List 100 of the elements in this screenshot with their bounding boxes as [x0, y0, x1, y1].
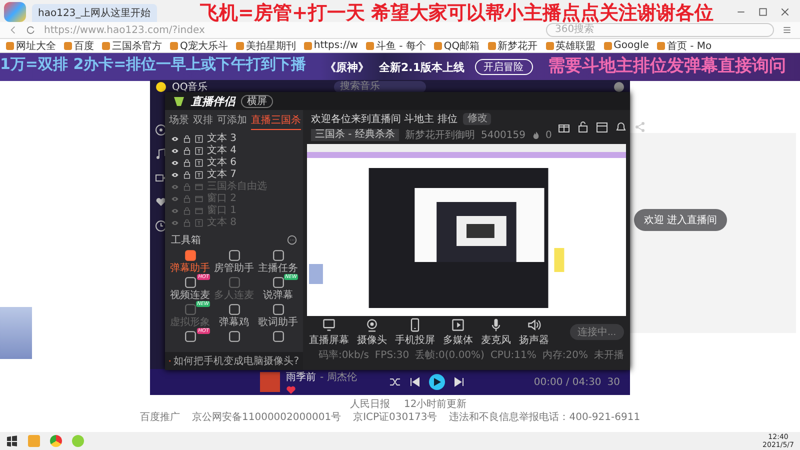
- rounded-square-icon: [228, 303, 240, 316]
- edit-button[interactable]: 修改: [463, 113, 492, 125]
- bookmark-icon: [546, 42, 554, 50]
- webcam-icon: [365, 318, 379, 332]
- song-artist: - 周杰伦: [320, 370, 357, 384]
- bookmark-icon: [434, 42, 442, 50]
- tool-button[interactable]: 歌词助手: [256, 303, 300, 328]
- tool-button[interactable]: 主播任务: [256, 249, 300, 274]
- adventure-button[interactable]: 开启冒险: [474, 59, 532, 75]
- bookmark-link[interactable]: 新梦花开: [488, 38, 538, 52]
- bookmark-link[interactable]: 英雄联盟: [546, 38, 596, 52]
- tool-button[interactable]: 房管助手: [212, 249, 256, 274]
- rounded-square-icon: [228, 330, 240, 343]
- tip-link[interactable]: 如何把手机变成电脑摄像头?: [174, 354, 299, 368]
- photo-placeholder: [0, 307, 32, 359]
- bookmark-icon: [656, 42, 665, 50]
- footer-link[interactable]: 京公网安备11000002000001号: [192, 412, 342, 423]
- rounded-square-icon: [228, 276, 240, 289]
- welcome-popup: 欢迎 进入直播间: [634, 209, 728, 231]
- toolbox-title: 工具箱: [171, 234, 201, 247]
- category-selector[interactable]: 三国杀 - 经典杀杀: [311, 129, 399, 141]
- bookmark-link[interactable]: 三国杀官方: [102, 38, 162, 52]
- tool-button[interactable]: 弹幕鸡: [212, 303, 256, 328]
- source-item[interactable]: 文本 7: [165, 169, 303, 181]
- tool-button[interactable]: 弹幕助手: [168, 249, 212, 274]
- footer-link[interactable]: 违法和不良信息举报电话：400-921-6911: [449, 412, 640, 423]
- banner-game-title: 《原神》: [325, 60, 369, 74]
- source-item[interactable]: 文本 4: [165, 145, 303, 157]
- heart-icon[interactable]: [286, 384, 296, 394]
- menu-icon: [782, 25, 792, 35]
- playback-time: 00:00 / 04:30: [534, 376, 602, 388]
- scene-tab[interactable]: 场景: [169, 113, 189, 130]
- windows-logo-icon: [6, 435, 18, 447]
- music-note-icon: [155, 148, 167, 160]
- maximize-icon: [758, 7, 768, 17]
- eye-icon: [171, 159, 179, 167]
- source-button[interactable]: 扬声器: [519, 318, 549, 346]
- source-item[interactable]: 文本 6: [165, 157, 303, 169]
- status-text: 丢帧:0(0.00%): [415, 348, 484, 362]
- previous-icon: [408, 376, 421, 388]
- heart-icon: [155, 196, 167, 208]
- bookmark-icon: [102, 42, 110, 50]
- play-box-icon: [451, 318, 465, 332]
- lock-icon: [183, 219, 191, 227]
- bookmark-link[interactable]: https://w: [304, 40, 358, 51]
- playlist-count[interactable]: 30: [607, 376, 620, 388]
- mode-button[interactable]: 横屏: [241, 94, 273, 108]
- clock-icon: [155, 220, 167, 232]
- bookmark-icon: [236, 42, 244, 50]
- bookmark-link[interactable]: QQ邮箱: [434, 38, 480, 52]
- lock-icon: [183, 195, 191, 203]
- overlay-caption: 飞机=房管+打一天 希望大家可以帮小主播点点关注谢谢各位: [200, 1, 714, 24]
- bookmark-link[interactable]: 美拍星期刊: [236, 38, 296, 52]
- bookmark-link[interactable]: 首页 - Mo: [656, 38, 712, 52]
- avatar[interactable]: [614, 82, 624, 92]
- footer-link[interactable]: 京ICP证030173号: [353, 412, 438, 423]
- browser-logo-icon: [4, 2, 26, 22]
- text-box-icon: [195, 135, 203, 143]
- bookmark-icon: [366, 42, 374, 50]
- lock-icon: [183, 147, 191, 155]
- scene-tab[interactable]: 直播三国杀: [251, 113, 301, 130]
- source-item[interactable]: 文本 3: [165, 133, 303, 145]
- lock-icon: [183, 171, 191, 179]
- scene-tab[interactable]: 可添加: [217, 113, 247, 130]
- bell-icon: [614, 121, 627, 133]
- bookmark-link[interactable]: 网址大全: [6, 38, 56, 52]
- lock-icon: [183, 207, 191, 215]
- eye-icon: [171, 171, 179, 179]
- browser-app-icon[interactable]: [50, 435, 62, 447]
- banner-headline: 全新2.1版本上线: [379, 60, 464, 74]
- play-icon: [432, 378, 441, 386]
- scene-tab[interactable]: 双排: [193, 113, 213, 130]
- overlay-caption: 需要斗地主排位发弹幕直接询问: [548, 55, 786, 77]
- music-logo-icon: [156, 82, 166, 92]
- bookmark-link[interactable]: Google: [604, 40, 649, 51]
- bookmark-link[interactable]: 百度: [64, 38, 94, 52]
- bookmark-icon: [170, 42, 178, 50]
- rounded-square-icon: [272, 249, 284, 262]
- room-id: 5400159: [480, 130, 526, 140]
- browser-tab[interactable]: hao123_上网从这里开始: [32, 4, 157, 22]
- status-text: 未开播: [594, 348, 624, 362]
- rounded-square-icon: [228, 249, 240, 262]
- bookmark-link[interactable]: Q宠大乐斗: [170, 38, 228, 52]
- source-button[interactable]: 摄像头: [357, 318, 387, 346]
- footer-link[interactable]: 百度推广: [140, 412, 180, 423]
- bookmark-link[interactable]: 斗鱼 - 每个: [366, 38, 426, 52]
- source-button[interactable]: 多媒体: [443, 318, 473, 346]
- shuffle-icon: [388, 376, 401, 388]
- eye-icon: [171, 135, 179, 143]
- refresh-icon: [26, 25, 36, 35]
- back-icon: [8, 25, 18, 35]
- source-button[interactable]: 手机投屏: [395, 318, 435, 346]
- eye-off-icon: [171, 183, 179, 191]
- news-text: 12小时前更新: [404, 399, 467, 410]
- source-button[interactable]: 直播屏幕: [309, 318, 349, 346]
- status-text: 码率:0kb/s: [318, 348, 369, 362]
- play-button[interactable]: [428, 374, 445, 390]
- bookmark-icon: [488, 42, 496, 50]
- close-icon: [780, 7, 790, 17]
- source-button[interactable]: 麦克风: [481, 318, 511, 346]
